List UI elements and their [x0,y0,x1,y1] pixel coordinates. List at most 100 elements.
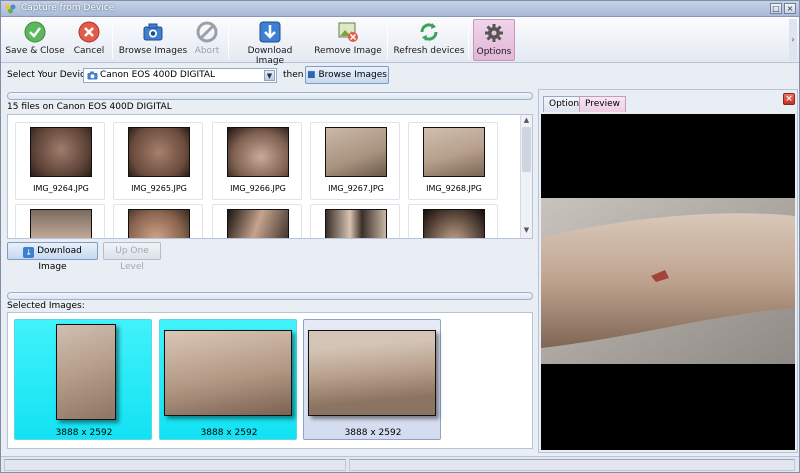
thumbnail-image [423,209,485,238]
download-icon: ↓ [23,247,35,258]
selected-image-size: 3888 x 2592 [55,428,113,438]
remove-image-button[interactable]: Remove Image [313,19,383,61]
options-label: Options [476,47,512,57]
thumbnail-image [227,127,289,177]
download-image-toolbar-button[interactable]: Download Image [233,19,307,66]
download-icon [259,21,281,43]
thumbnail-item[interactable] [212,204,302,238]
thumbnail-item[interactable] [408,204,498,238]
scroll-up-icon[interactable]: ▲ [521,116,532,126]
selected-images-panel[interactable]: 3888 x 2592 3888 x 2592 3888 x 2592 [7,312,533,449]
browse-images-toolbar-button[interactable]: Browse Images [117,19,189,61]
thumbnail-item[interactable]: IMG_9268.JPG [408,122,498,200]
abort-icon [196,21,218,43]
preview-area [541,114,795,450]
thumbnail-item[interactable] [15,204,105,238]
thumbnail-caption: IMG_9265.JPG [131,184,187,193]
thumbnail-item[interactable] [310,204,400,238]
cancel-icon [78,21,100,43]
toolbar-separator [112,21,113,59]
selected-image-size: 3888 x 2592 [200,428,258,438]
browse-images-button[interactable]: ■ Browse Images [305,66,389,84]
selected-image-item[interactable]: 3888 x 2592 [303,319,441,440]
download-progress-bar [7,292,533,300]
browse-images-label: Browse Images [118,46,188,56]
selected-image-size: 3888 x 2592 [344,428,402,438]
cancel-label: Cancel [73,46,105,56]
status-cell [4,459,346,471]
title-bar[interactable]: Capture from Device □ × [1,1,799,17]
tab-preview[interactable]: Preview [579,96,627,112]
select-device-label: Select Your Device [7,70,91,80]
scroll-down-icon[interactable]: ▼ [521,226,532,236]
browse-progress-bar [7,92,533,100]
toolbar-overflow-arrow-icon[interactable]: › [789,19,797,61]
gear-icon [485,24,503,42]
thumbnail-scrollbar[interactable]: ▲ ▼ [520,115,532,238]
thumbnail-image [30,127,92,177]
thumbnail-caption: IMG_9264.JPG [33,184,89,193]
file-browser[interactable]: IMG_9264.JPG IMG_9265.JPG IMG_9266.JPG I… [7,114,533,239]
thumbnail-caption: IMG_9266.JPG [230,184,286,193]
thumbnail-image [325,127,387,177]
tab-preview-label: Preview [585,99,621,109]
scrollbar-thumb[interactable] [522,127,531,172]
preview-panel: Options Preview × [538,89,798,453]
then-label: then [283,70,304,80]
thumbnail-image [128,209,190,238]
download-image-button[interactable]: ↓ Download Image [7,242,98,272]
selected-image-item[interactable]: 3888 x 2592 [14,319,152,440]
app-icon [5,4,16,14]
toolbar-separator [228,21,229,59]
thumbnail-item[interactable]: IMG_9266.JPG [212,122,302,200]
chevron-down-icon[interactable]: ▼ [264,70,275,81]
abort-label: Abort [194,46,220,56]
selected-image-item[interactable]: 3888 x 2592 [159,319,297,440]
status-cell [349,459,795,471]
close-icon[interactable]: × [783,93,795,105]
thumbnail-image [325,209,387,238]
selected-images-label: Selected Images: [7,301,85,311]
device-select[interactable]: Canon EOS 400D DIGITAL ▼ [83,68,277,83]
toolbar-separator [387,21,388,59]
save-close-label: Save & Close [5,46,65,56]
remove-image-label: Remove Image [314,46,382,56]
preview-image [541,198,795,364]
status-bar [1,456,799,472]
remove-image-icon [338,22,358,42]
thumbnail-item[interactable]: IMG_9267.JPG [310,122,400,200]
close-window-button[interactable]: × [784,3,796,14]
up-one-level-label: Up One Level [115,246,149,272]
toolbar-separator [468,21,469,59]
camera-icon [143,23,163,41]
check-icon [24,21,46,43]
device-bar: Select Your Device Canon EOS 400D DIGITA… [1,64,534,86]
download-image-button-label: Download Image [37,246,82,272]
refresh-icon [420,23,438,41]
download-image-label: Download Image [247,46,293,66]
browse-images-button-label: Browse Images [318,70,387,80]
abort-button[interactable]: Abort [191,19,223,61]
toolbar: Save & Close Cancel Browse Images Abort … [1,17,799,66]
thumbnail-image [227,209,289,238]
thumbnail-item[interactable]: IMG_9265.JPG [113,122,203,200]
options-button[interactable]: Options [473,19,515,61]
refresh-devices-label: Refresh devices [393,46,465,56]
thumbnail-image [128,127,190,177]
cancel-button[interactable]: Cancel [69,19,109,61]
camera-icon: ■ [307,70,316,80]
selected-image-thumbnail [56,324,116,420]
window-title: Capture from Device [21,3,115,13]
camera-icon [87,71,98,80]
selected-image-thumbnail [308,330,436,416]
capture-window: Capture from Device □ × Save & Close Can… [0,0,800,473]
files-summary: 15 files on Canon EOS 400D DIGITAL [7,102,172,112]
refresh-devices-button[interactable]: Refresh devices [393,19,465,61]
thumbnail-item[interactable]: IMG_9264.JPG [15,122,105,200]
maximize-button[interactable]: □ [770,3,782,14]
up-one-level-button[interactable]: Up One Level [103,242,161,272]
thumbnail-image [423,127,485,177]
thumbnail-item[interactable] [113,204,203,238]
save-close-button[interactable]: Save & Close [5,19,65,61]
thumbnail-caption: IMG_9268.JPG [426,184,482,193]
